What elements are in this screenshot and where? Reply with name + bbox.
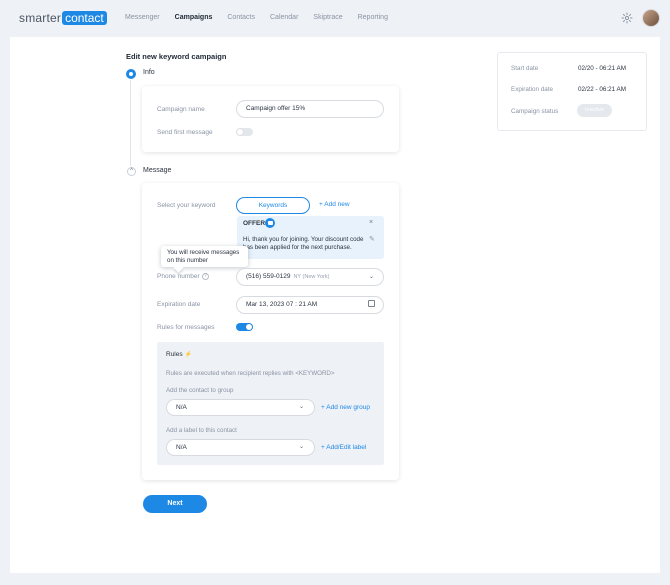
phone-number-value: (516) 559-0129 <box>246 273 291 280</box>
step-message-label: Message <box>143 167 172 174</box>
label-select[interactable]: N/A <box>166 439 315 456</box>
expiration-date-summary-value: 02/22 - 06:21 AM <box>578 86 626 93</box>
step-connector <box>130 80 131 166</box>
avatar[interactable] <box>642 9 660 27</box>
expiration-date-summary-label: Expiration date <box>511 86 554 93</box>
chevron-down-icon: ⌄ <box>299 404 305 410</box>
close-icon[interactable]: × <box>369 219 373 226</box>
logo[interactable]: smarter contact <box>19 11 107 25</box>
nav-reporting[interactable]: Reporting <box>358 14 388 21</box>
phone-location: NY (New York) <box>293 274 330 280</box>
nav-messenger[interactable]: Messenger <box>125 14 160 21</box>
nav-calendar[interactable]: Calendar <box>270 14 298 21</box>
phone-tooltip: You will receive messages on this number <box>161 246 248 267</box>
collapse-message-button[interactable]: ^ <box>127 167 136 176</box>
rules-title: Rules ⚡ <box>166 351 192 358</box>
rules-for-messages-toggle[interactable] <box>236 323 253 331</box>
bolt-icon: ⚡ <box>184 352 193 358</box>
chevron-down-icon: ⌄ <box>369 274 375 280</box>
campaign-name-input[interactable]: Campaign offer 15% <box>236 100 384 118</box>
edit-icon[interactable]: ✎ <box>369 235 375 243</box>
campaign-status-label: Campaign status <box>511 108 559 115</box>
send-first-message-label: Send first message <box>157 129 213 136</box>
gear-icon[interactable] <box>621 12 633 24</box>
page-title: Edit new keyword campaign <box>126 52 227 61</box>
info-icon[interactable]: ? <box>202 273 209 280</box>
nav-campaigns[interactable]: Campaigns <box>175 14 213 21</box>
rules-description: Rules are executed when recipient replie… <box>166 370 335 377</box>
rules-for-messages-label: Rules for messages <box>157 324 215 331</box>
status-badge: Inactive <box>577 104 612 117</box>
expiration-date-label: Expiration date <box>157 301 201 308</box>
logo-text-right: contact <box>62 11 107 25</box>
keywords-button[interactable]: Keywords <box>236 197 310 214</box>
group-select[interactable]: N/A <box>166 399 315 416</box>
message-icon <box>265 218 275 228</box>
select-keyword-label: Select your keyword <box>157 202 216 209</box>
rules-title-text: Rules <box>166 351 183 358</box>
add-new-keyword-link[interactable]: + Add new <box>319 201 350 208</box>
campaign-name-label: Campaign name <box>157 106 205 113</box>
keyword-tag: OFFER <box>243 220 266 227</box>
add-label-label: Add a label to this contact <box>166 427 237 434</box>
main-nav: Messenger Campaigns Contacts Calendar Sk… <box>125 14 403 21</box>
add-edit-label-link[interactable]: + Add/Edit label <box>321 444 366 451</box>
send-first-message-toggle[interactable] <box>236 128 253 136</box>
top-bar: smarter contact Messenger Campaigns Cont… <box>0 0 670 36</box>
start-date-value: 02/20 - 06:21 AM <box>578 65 626 72</box>
next-button[interactable]: Next <box>143 495 207 513</box>
nav-contacts[interactable]: Contacts <box>227 14 255 21</box>
nav-skiptrace[interactable]: Skiptrace <box>313 14 342 21</box>
start-date-label: Start date <box>511 65 539 72</box>
phone-number-select[interactable]: (516) 559-0129 NY (New York) <box>236 268 384 286</box>
expiration-date-input[interactable]: Mar 13, 2023 07 : 21 AM <box>236 296 384 314</box>
keyword-message-text: Hi, thank you for joining. Your discount… <box>243 236 364 251</box>
logo-text-left: smarter <box>19 11 62 25</box>
phone-number-label: Phone number <box>157 273 200 280</box>
step-info-indicator <box>126 69 136 79</box>
info-card <box>142 86 399 152</box>
add-new-group-link[interactable]: + Add new group <box>321 404 370 411</box>
add-to-group-label: Add the contact to group <box>166 387 234 394</box>
step-info-label: Info <box>143 69 155 76</box>
chevron-down-icon: ⌄ <box>299 444 305 450</box>
calendar-icon[interactable] <box>368 300 375 307</box>
